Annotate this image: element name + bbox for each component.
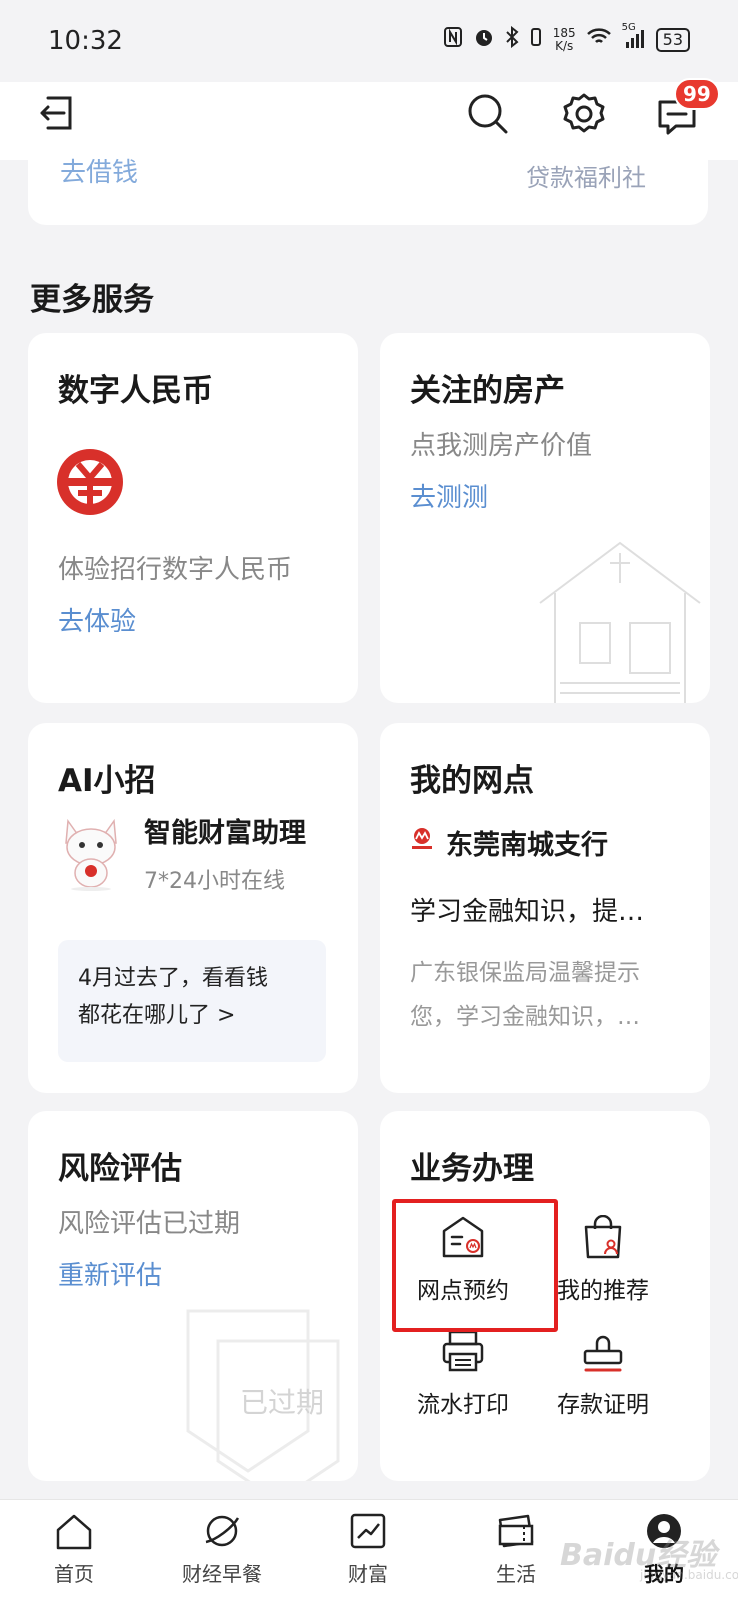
- planet-icon: [202, 1515, 242, 1554]
- nav-home-label: 首页: [54, 1562, 94, 1586]
- speed-unit: K/s: [555, 38, 574, 53]
- bubble-line-1: 4月过去了，看看钱: [78, 966, 268, 991]
- logout-icon[interactable]: [38, 92, 80, 138]
- assistant-name: 智能财富助理: [144, 818, 306, 849]
- expired-stamp: 已过期: [240, 1386, 325, 1419]
- status-time: 10:32: [48, 26, 123, 56]
- risk-reassess-link[interactable]: 重新评估: [58, 1255, 162, 1292]
- settings-gear-icon[interactable]: [562, 92, 606, 140]
- printer-icon: [440, 1330, 486, 1377]
- top-navigation-bar: 99: [0, 78, 738, 160]
- status-bar: 10:32 185 K/s 5G 53: [0, 0, 738, 82]
- digital-rmb-title: 数字人民币: [58, 373, 213, 409]
- ticket-icon: [496, 1514, 536, 1554]
- digital-rmb-logo-icon: [54, 446, 126, 522]
- highlight-annotation-box: [392, 1199, 558, 1332]
- nav-wealth-label: 财富: [348, 1562, 388, 1586]
- branch-description: 广东银保监局温馨提示 您，学习金融知识，…: [410, 951, 680, 1039]
- loan-welfare-link[interactable]: 贷款福利社: [526, 158, 646, 193]
- more-services-title: 更多服务: [30, 282, 154, 318]
- nav-home[interactable]: 首页: [14, 1512, 134, 1587]
- vibrate-icon: [529, 26, 543, 53]
- house-illustration-icon: [520, 533, 710, 703]
- battery-indicator: 53: [655, 27, 690, 52]
- nav-wealth[interactable]: 财富: [308, 1512, 428, 1587]
- property-link[interactable]: 去测测: [410, 477, 488, 514]
- digital-rmb-link[interactable]: 去体验: [58, 601, 136, 638]
- nav-finance-breakfast[interactable]: 财经早餐: [162, 1512, 282, 1587]
- my-branch-card[interactable]: 我的网点 东莞南城支行 学习金融知识，提… 广东银保监局温馨提示 您，学习金融知…: [380, 723, 710, 1093]
- network-type: 5G: [621, 22, 636, 33]
- statement-print-label: 流水打印: [417, 1392, 509, 1418]
- statement-print-button[interactable]: 流水打印: [398, 1329, 528, 1419]
- borrow-link[interactable]: 去借钱: [60, 152, 138, 189]
- speed-value: 185: [552, 25, 576, 40]
- branch-title: 我的网点: [410, 763, 534, 799]
- digital-rmb-card[interactable]: 数字人民币 体验招行数字人民币 去体验: [28, 333, 358, 703]
- baidu-watermark-url: jingyan.baidu.com: [640, 1568, 738, 1582]
- bubble-line-2: 都花在哪儿了 >: [78, 1003, 236, 1028]
- ai-title: AI小招: [58, 763, 156, 799]
- property-subtitle: 点我测房产价值: [410, 431, 593, 461]
- status-icons: 185 K/s 5G 53: [443, 22, 690, 53]
- risk-assessment-card[interactable]: 风险评估 风险评估已过期 重新评估 已过期: [28, 1111, 358, 1481]
- digital-rmb-subtitle: 体验招行数字人民币: [58, 555, 293, 585]
- property-card[interactable]: 关注的房产 点我测房产价值 去测测: [380, 333, 710, 703]
- branch-desc-line-2: 您，学习金融知识，…: [410, 1004, 640, 1030]
- assistant-availability: 7*24小时在线: [144, 869, 285, 894]
- wifi-icon: [586, 27, 612, 52]
- cmb-logo-icon: [410, 827, 434, 855]
- stamp-icon: [580, 1335, 626, 1377]
- search-icon[interactable]: [466, 92, 510, 140]
- ai-message-bubble[interactable]: 4月过去了，看看钱 都花在哪儿了 >: [58, 940, 326, 1062]
- bluetooth-icon: [505, 25, 519, 53]
- property-title: 关注的房产: [410, 373, 565, 409]
- deposit-proof-label: 存款证明: [557, 1392, 649, 1418]
- risk-title: 风险评估: [58, 1151, 182, 1187]
- business-title: 业务办理: [410, 1151, 534, 1187]
- network-speed: 185 K/s: [552, 25, 576, 53]
- branch-headline: 学习金融知识，提…: [410, 897, 645, 927]
- loan-card-partial: 去借钱 贷款福利社: [28, 150, 708, 225]
- branch-name: 东莞南城支行: [446, 830, 608, 861]
- ai-assistant-card[interactable]: AI小招 智能财富助理 7*24小时在线 4月过去了，看看钱 都花在哪儿了 >: [28, 723, 358, 1093]
- nav-life-label: 生活: [496, 1562, 536, 1586]
- risk-subtitle: 风险评估已过期: [58, 1209, 241, 1239]
- home-icon: [54, 1514, 94, 1554]
- signal-icon: 5G: [622, 22, 646, 51]
- alarm-icon: [473, 26, 495, 53]
- recommend-icon: [580, 1214, 626, 1263]
- chart-icon: [348, 1513, 388, 1554]
- nav-life[interactable]: 生活: [456, 1512, 576, 1587]
- cat-mascot-icon: [56, 811, 126, 895]
- branch-desc-line-1: 广东银保监局温馨提示: [410, 960, 640, 986]
- deposit-proof-button[interactable]: 存款证明: [538, 1329, 668, 1419]
- notification-badge: 99: [674, 78, 720, 110]
- nfc-icon: [443, 26, 463, 53]
- nav-finance-breakfast-label: 财经早餐: [182, 1562, 262, 1586]
